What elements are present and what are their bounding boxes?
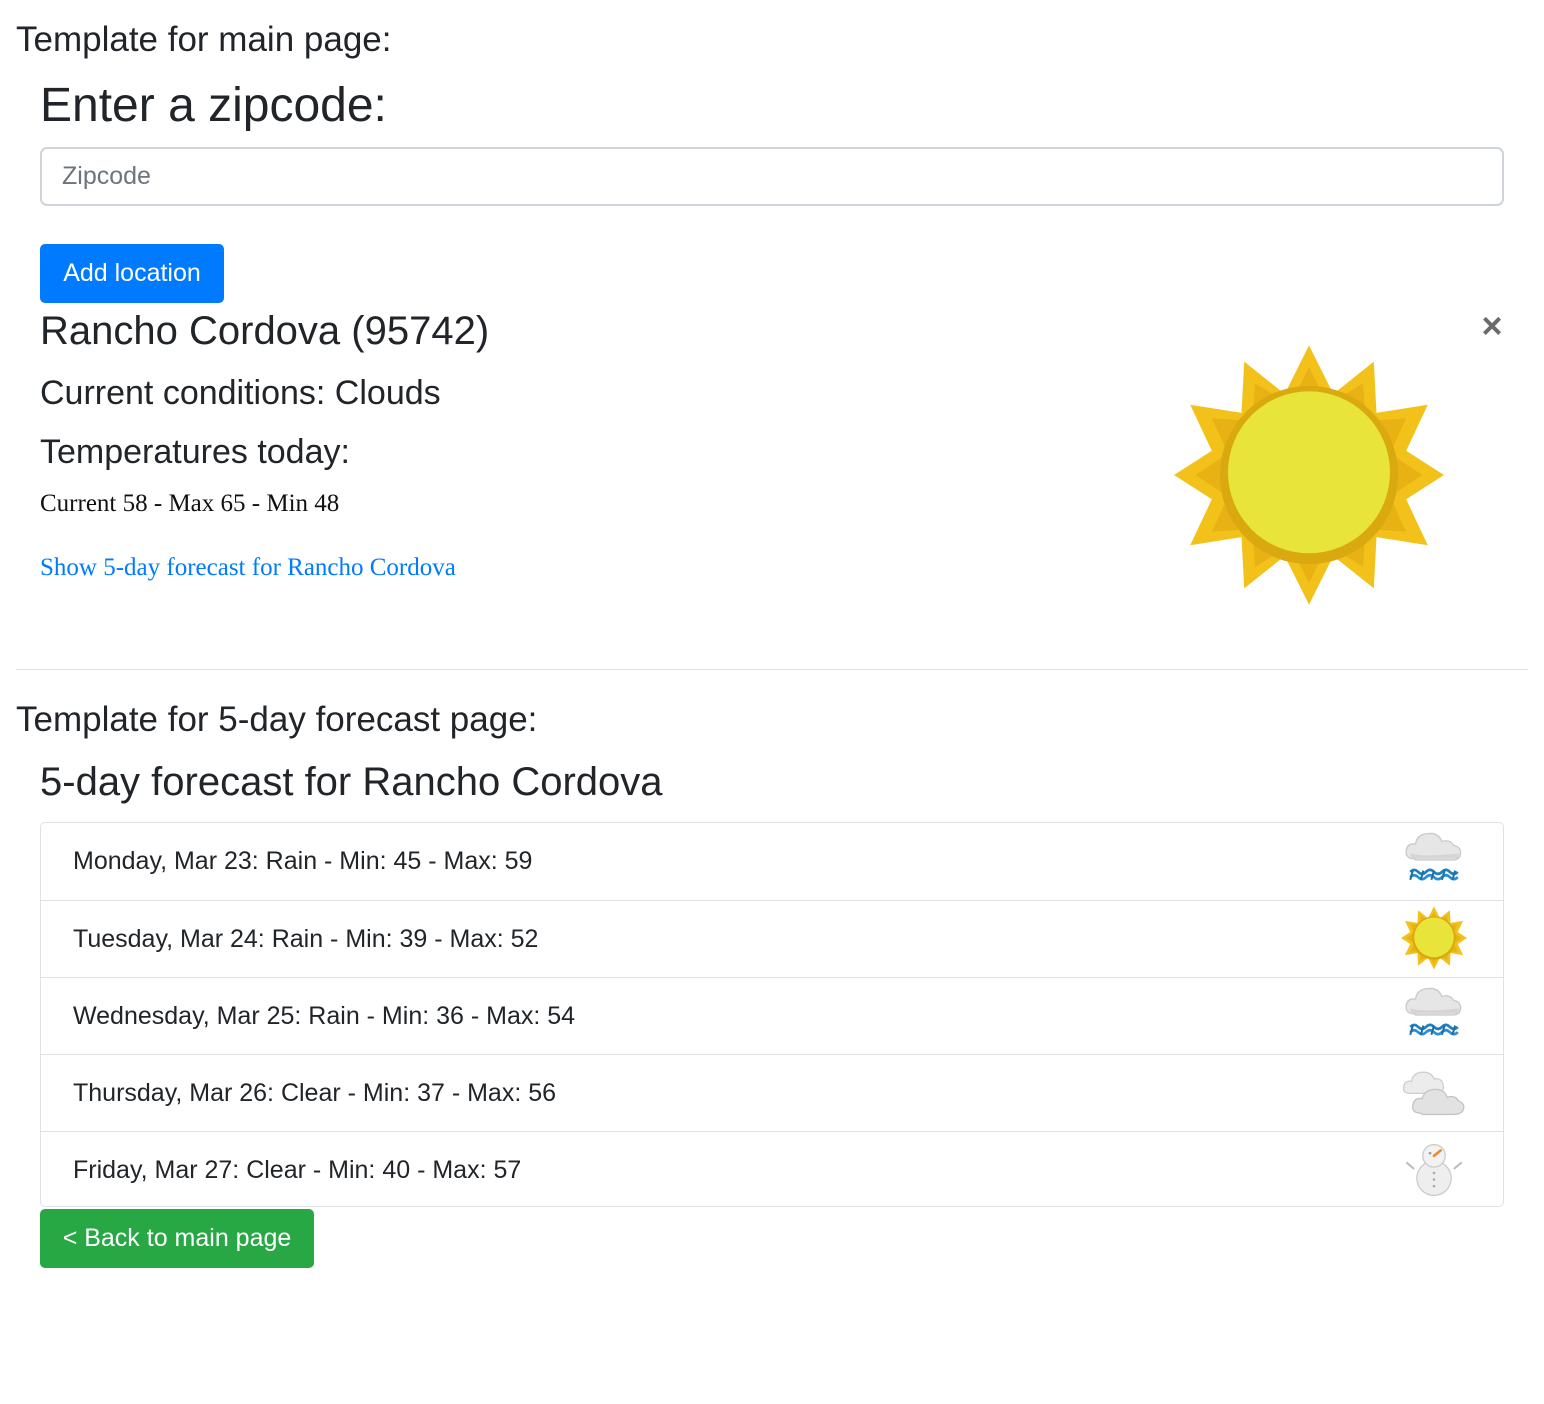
forecast-heading: 5-day forecast for Rancho Cordova: [40, 760, 663, 804]
clouds-icon: [1402, 1071, 1465, 1116]
main-page-template-label: Template for main page:: [16, 20, 392, 59]
current-conditions: Current conditions: Clouds: [40, 374, 441, 412]
forecast-day-item: Friday, Mar 27: Clear - Min: 40 - Max: 5…: [41, 1131, 1503, 1206]
temperatures-values: Current 58 - Max 65 - Min 48: [40, 490, 340, 517]
back-to-main-button[interactable]: < Back to main page: [40, 1209, 314, 1268]
show-forecast-link[interactable]: Show 5-day forecast for Rancho Cordova: [40, 554, 456, 582]
forecast-day-item: Thursday, Mar 26: Clear - Min: 37 - Max:…: [41, 1054, 1503, 1131]
remove-location-close-icon[interactable]: ×: [1476, 308, 1508, 344]
rain-cloud-icon: [1401, 982, 1467, 1048]
temperatures-heading: Temperatures today:: [40, 433, 350, 471]
forecast-day-text: Friday, Mar 27: Clear - Min: 40 - Max: 5…: [73, 1155, 522, 1184]
location-title: Rancho Cordova (95742): [40, 309, 490, 353]
section-divider: [16, 669, 1528, 670]
forecast-day-text: Monday, Mar 23: Rain - Min: 45 - Max: 59: [73, 847, 533, 875]
rain-cloud-icon: [1401, 827, 1467, 893]
forecast-page-template-label: Template for 5-day forecast page:: [16, 700, 538, 739]
forecast-day-item: Tuesday, Mar 24: Rain - Min: 39 - Max: 5…: [41, 900, 1503, 977]
forecast-day-text: Tuesday, Mar 24: Rain - Min: 39 - Max: 5…: [73, 924, 539, 953]
add-location-button[interactable]: Add location: [40, 244, 224, 303]
forecast-day-item: Wednesday, Mar 25: Rain - Min: 36 - Max:…: [41, 977, 1503, 1054]
forecast-day-text: Thursday, Mar 26: Clear - Min: 37 - Max:…: [73, 1078, 557, 1107]
zipcode-input[interactable]: [40, 147, 1504, 206]
forecast-day-item: Monday, Mar 23: Rain - Min: 45 - Max: 59: [41, 823, 1503, 900]
sun-icon: [1174, 345, 1444, 605]
sun-icon: [1401, 906, 1467, 970]
forecast-list: Monday, Mar 23: Rain - Min: 45 - Max: 59…: [40, 822, 1504, 1207]
zipcode-heading: Enter a zipcode:: [40, 79, 387, 132]
forecast-day-text: Wednesday, Mar 25: Rain - Min: 36 - Max:…: [73, 1001, 576, 1030]
snowman-icon: [1404, 1143, 1464, 1197]
